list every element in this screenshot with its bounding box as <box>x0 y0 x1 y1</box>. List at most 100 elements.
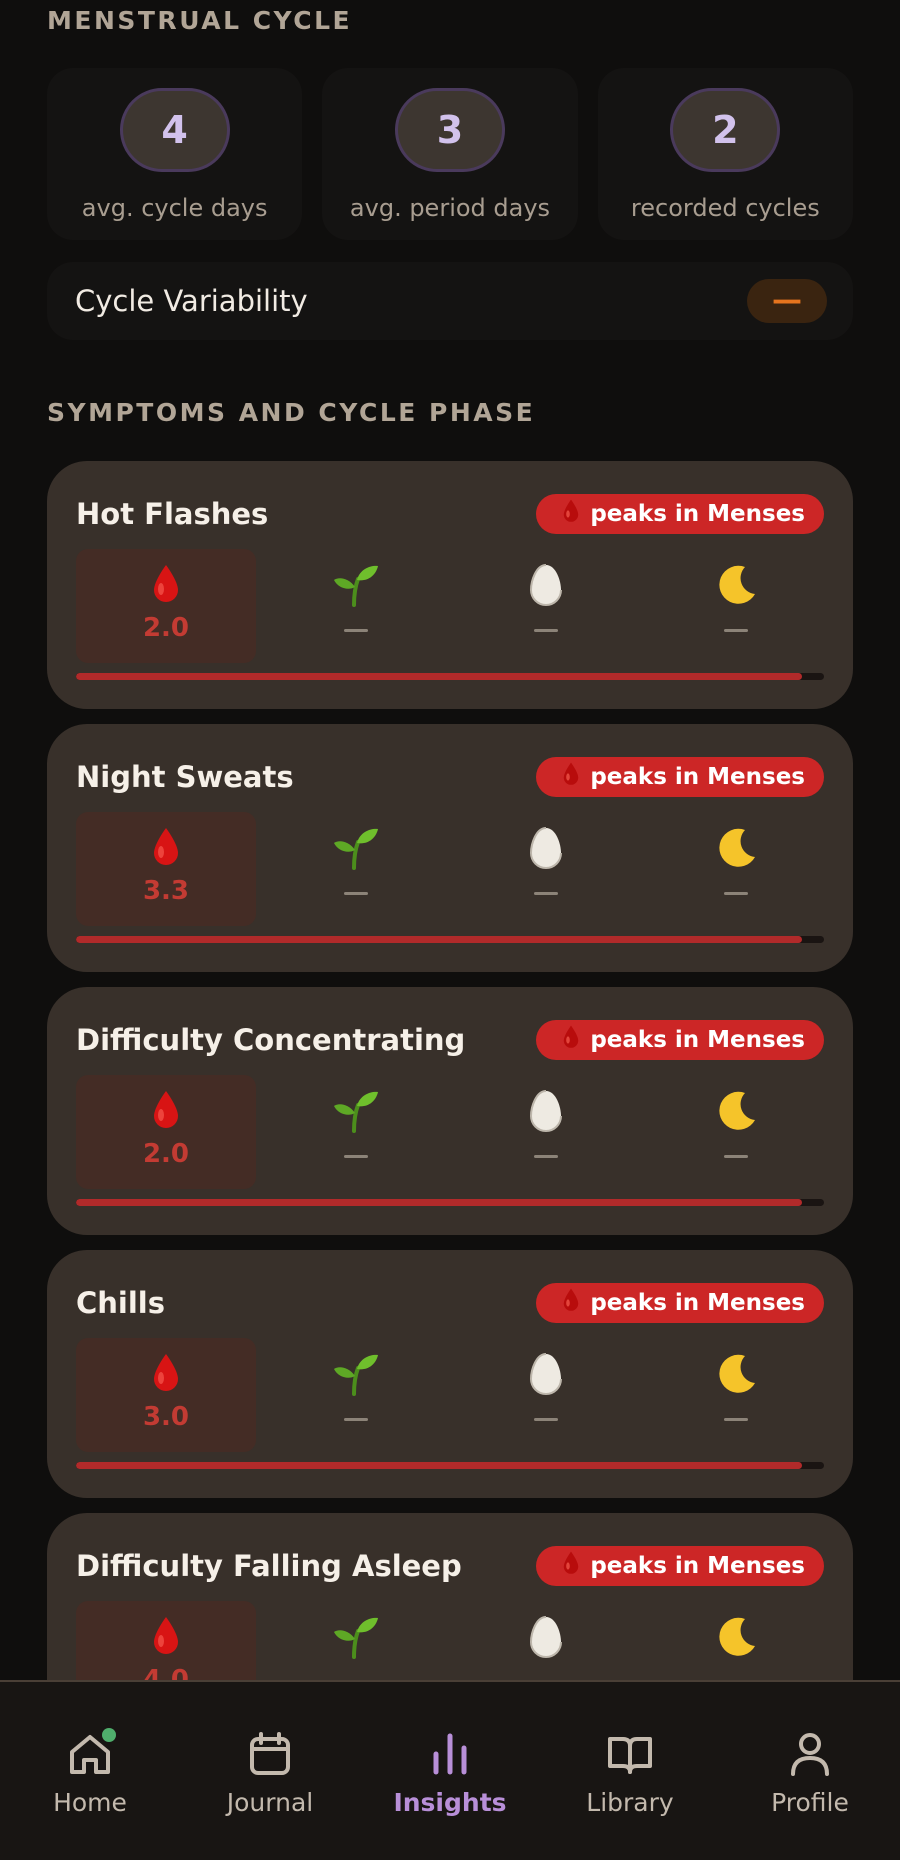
home-icon <box>64 1728 116 1780</box>
seedling-icon <box>266 1352 446 1396</box>
blood-drop-icon <box>76 1089 256 1133</box>
empty-value-dash <box>534 629 558 632</box>
seedling-icon <box>266 1615 446 1659</box>
empty-value-dash <box>724 1155 748 1158</box>
symptom-card[interactable]: Hot Flashes peaks in Menses 2.0 <box>47 461 853 709</box>
phase-cell-menses: 4.0 <box>76 1601 256 1680</box>
peak-badge: peaks in Menses <box>536 1546 824 1586</box>
notification-dot <box>102 1728 116 1742</box>
phase-cell-follicular <box>266 1075 446 1189</box>
symptom-name: Night Sweats <box>76 760 294 794</box>
blood-drop-icon <box>76 1615 256 1659</box>
phase-cell-ovulation <box>456 812 636 926</box>
calendar-icon <box>244 1728 296 1780</box>
peak-badge-label: peaks in Menses <box>590 1553 805 1579</box>
stat-label: recorded cycles <box>630 194 820 222</box>
phase-cell-menses: 3.3 <box>76 812 256 926</box>
egg-icon <box>456 826 636 870</box>
nav-item-home[interactable]: Home <box>0 1682 180 1860</box>
phase-value: 3.0 <box>142 1402 190 1432</box>
cycle-variability-row[interactable]: Cycle Variability — <box>47 262 853 340</box>
book-icon <box>604 1728 656 1780</box>
person-icon <box>784 1728 836 1780</box>
blood-drop-icon <box>562 1287 580 1319</box>
seedling-icon <box>266 1089 446 1133</box>
blood-drop-icon <box>562 1024 580 1056</box>
peak-badge-label: peaks in Menses <box>590 764 805 790</box>
empty-value-dash <box>534 892 558 895</box>
phase-cell-luteal <box>646 1601 826 1680</box>
egg-icon <box>456 1089 636 1133</box>
cycle-variability-badge: — <box>747 279 827 323</box>
phase-cell-ovulation <box>456 549 636 663</box>
stat-value: 3 <box>394 88 505 172</box>
egg-icon <box>456 563 636 607</box>
symptom-name: Difficulty Concentrating <box>76 1023 466 1057</box>
phase-cell-ovulation <box>456 1601 636 1680</box>
phase-progress-bar <box>76 1199 824 1206</box>
crescent-moon-icon <box>646 1089 826 1133</box>
phase-progress-fill <box>76 1462 802 1469</box>
nav-label: Home <box>53 1788 127 1817</box>
phase-cell-follicular <box>266 549 446 663</box>
phase-row: 3.0 <box>76 1338 824 1452</box>
empty-value-dash <box>724 892 748 895</box>
phase-cell-follicular <box>266 1338 446 1452</box>
phase-progress-fill <box>76 1199 802 1206</box>
symptom-name: Hot Flashes <box>76 497 269 531</box>
crescent-moon-icon <box>646 1615 826 1659</box>
empty-value-dash <box>534 1155 558 1158</box>
blood-drop-icon <box>76 563 256 607</box>
phase-value: 3.3 <box>142 876 190 906</box>
empty-value-dash <box>344 629 368 632</box>
stat-label: avg. period days <box>349 194 551 222</box>
stat-card-recorded-cycles: 2 recorded cycles <box>597 68 853 240</box>
symptom-name: Difficulty Falling Asleep <box>76 1549 462 1583</box>
phase-cell-follicular <box>266 1601 446 1680</box>
peak-badge: peaks in Menses <box>536 1283 824 1323</box>
nav-item-profile[interactable]: Profile <box>720 1682 900 1860</box>
phase-value: 4.0 <box>142 1665 190 1680</box>
stat-card-cycle-days: 4 avg. cycle days <box>47 68 303 240</box>
blood-drop-icon <box>562 761 580 793</box>
nav-item-insights[interactable]: Insights <box>360 1682 540 1860</box>
blood-drop-icon <box>76 1352 256 1396</box>
symptom-card[interactable]: Chills peaks in Menses 3.0 <box>47 1250 853 1498</box>
empty-value-dash <box>724 1418 748 1421</box>
symptom-name: Chills <box>76 1286 166 1320</box>
symptom-card[interactable]: Difficulty Concentrating peaks in Menses 2… <box>47 987 853 1235</box>
phase-row: 4.0 <box>76 1601 824 1680</box>
empty-value-dash <box>724 629 748 632</box>
crescent-moon-icon <box>646 563 826 607</box>
insights-screen: MENSTRUAL CYCLE 4 avg. cycle days 3 avg.… <box>0 0 900 1860</box>
phase-cell-menses: 2.0 <box>76 549 256 663</box>
phase-row: 2.0 <box>76 549 824 663</box>
phase-cell-luteal <box>646 549 826 663</box>
egg-icon <box>456 1615 636 1659</box>
empty-value-dash <box>344 1155 368 1158</box>
section-title-menstrual-cycle: MENSTRUAL CYCLE <box>47 6 353 35</box>
phase-row: 2.0 <box>76 1075 824 1189</box>
phase-cell-menses: 3.0 <box>76 1338 256 1452</box>
symptom-card[interactable]: Night Sweats peaks in Menses 3.3 <box>47 724 853 972</box>
phase-progress-bar <box>76 936 824 943</box>
crescent-moon-icon <box>646 826 826 870</box>
seedling-icon <box>266 563 446 607</box>
phase-progress-fill <box>76 936 802 943</box>
nav-item-journal[interactable]: Journal <box>180 1682 360 1860</box>
symptom-card[interactable]: Difficulty Falling Asleep peaks in Menses… <box>47 1513 853 1680</box>
peak-badge: peaks in Menses <box>536 757 824 797</box>
peak-badge: peaks in Menses <box>536 1020 824 1060</box>
stat-value: 2 <box>670 88 781 172</box>
nav-item-library[interactable]: Library <box>540 1682 720 1860</box>
peak-badge: peaks in Menses <box>536 494 824 534</box>
phase-cell-follicular <box>266 812 446 926</box>
seedling-icon <box>266 826 446 870</box>
bar-chart-icon <box>424 1728 476 1780</box>
empty-value-dash <box>344 1418 368 1421</box>
nav-label: Library <box>586 1788 674 1817</box>
phase-progress-bar <box>76 673 824 680</box>
scroll-content[interactable]: MENSTRUAL CYCLE 4 avg. cycle days 3 avg.… <box>0 0 900 1680</box>
bottom-nav: Home Journal Insights Library Profile <box>0 1680 900 1860</box>
phase-progress-bar <box>76 1462 824 1469</box>
